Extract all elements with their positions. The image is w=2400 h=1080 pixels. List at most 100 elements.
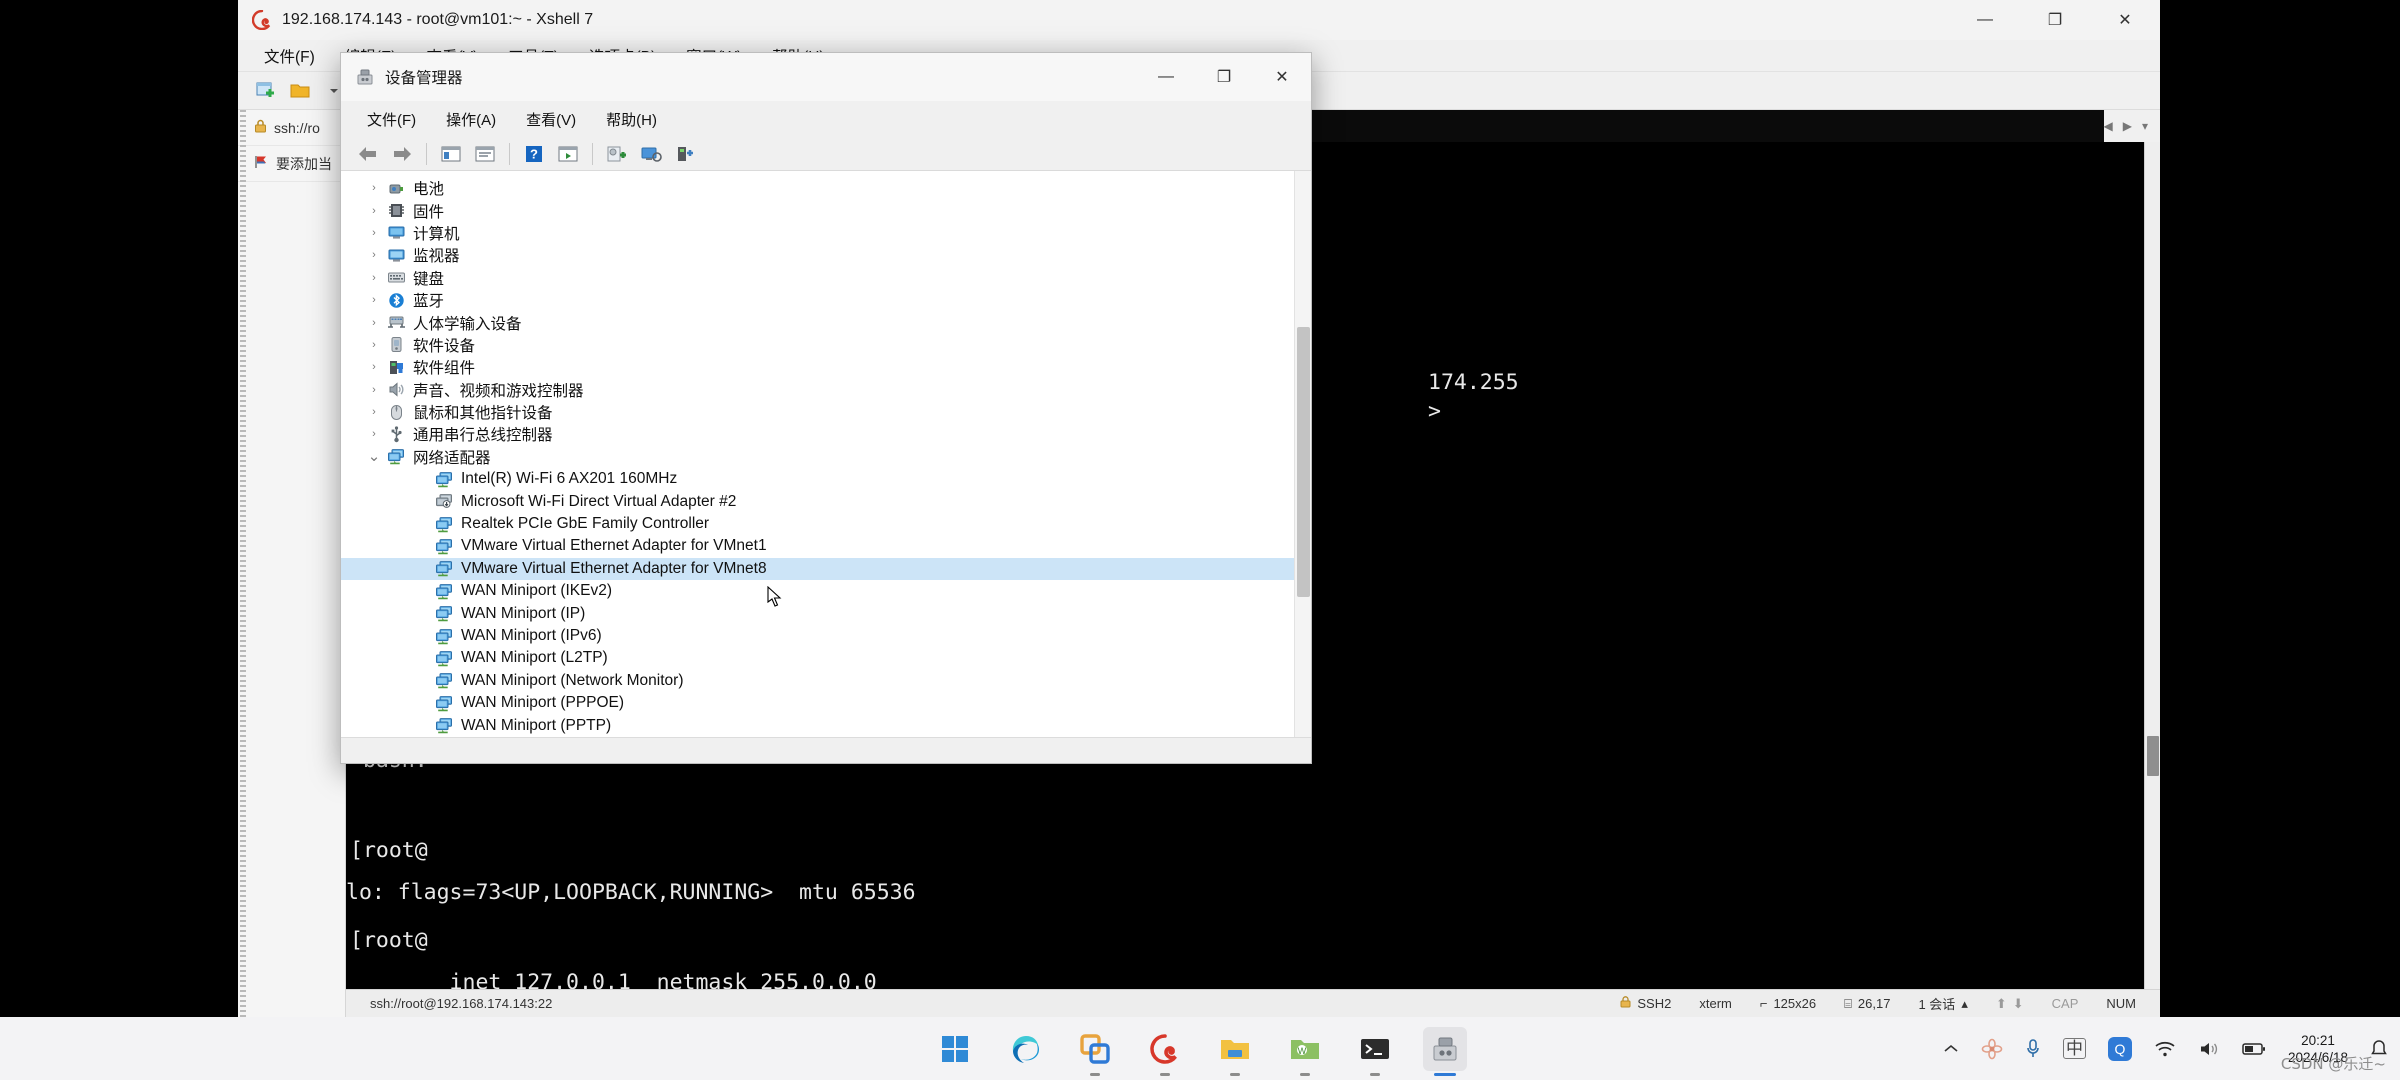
device-category-row[interactable]: › 人体学输入设备 bbox=[341, 311, 1311, 333]
device-category-row[interactable]: › 软件设备 bbox=[341, 334, 1311, 356]
battery-icon[interactable] bbox=[2242, 1042, 2266, 1056]
start-button[interactable] bbox=[933, 1027, 977, 1071]
device-label: WAN Miniport (PPPOE) bbox=[461, 694, 625, 712]
device-category-row[interactable]: › 声音、视频和游戏控制器 bbox=[341, 379, 1311, 401]
open-session-icon[interactable] bbox=[286, 78, 314, 104]
device-item-row[interactable]: Realtek PCIe GbE Family Controller bbox=[341, 513, 1311, 535]
forward-arrow-icon[interactable] bbox=[387, 141, 417, 167]
device-category-row[interactable]: › 鼠标和其他指针设备 bbox=[341, 401, 1311, 423]
taskbar-edge[interactable] bbox=[1003, 1027, 1047, 1071]
hid-icon bbox=[385, 314, 407, 331]
session-panel-item-url[interactable]: ssh://ro bbox=[238, 110, 345, 146]
chevron-right-icon[interactable]: › bbox=[363, 182, 385, 194]
terminal-scrollbar[interactable] bbox=[2144, 142, 2160, 989]
device-category-row[interactable]: › 蓝牙 bbox=[341, 289, 1311, 311]
device-category-row[interactable]: › 软件组件 bbox=[341, 356, 1311, 378]
device-category-row[interactable]: › 计算机 bbox=[341, 222, 1311, 244]
chevron-right-icon[interactable]: › bbox=[363, 361, 385, 373]
session-panel-item-add[interactable]: 要添加当 bbox=[238, 146, 345, 182]
properties-icon[interactable] bbox=[470, 141, 500, 167]
ime-chinese-icon[interactable]: 中 bbox=[2062, 1038, 2086, 1059]
taskbar-green-folder[interactable]: W bbox=[1283, 1027, 1327, 1076]
toolbar-separator bbox=[509, 142, 510, 165]
device-category-row[interactable]: ⌄ 网络适配器 bbox=[341, 446, 1311, 468]
device-label: Realtek PCIe GbE Family Controller bbox=[461, 515, 710, 533]
terminal-scrollbar-thumb[interactable] bbox=[2147, 736, 2159, 776]
device-item-row[interactable]: Microsoft Wi-Fi Direct Virtual Adapter #… bbox=[341, 490, 1311, 512]
taskbar-device-manager[interactable] bbox=[1423, 1026, 1467, 1076]
chevron-right-icon[interactable]: › bbox=[363, 339, 385, 351]
show-hidden-icons[interactable] bbox=[1943, 1043, 1959, 1055]
chevron-right-icon[interactable]: › bbox=[363, 294, 385, 306]
device-tree-scrollbar[interactable] bbox=[1294, 171, 1311, 737]
mouse-icon bbox=[385, 404, 407, 421]
devmgr-maximize-button[interactable]: ❐ bbox=[1195, 53, 1253, 101]
device-item-row[interactable]: WAN Miniport (L2TP) bbox=[341, 647, 1311, 669]
device-category-row[interactable]: › 键盘 bbox=[341, 267, 1311, 289]
xshell-close-button[interactable]: ✕ bbox=[2090, 0, 2160, 40]
flower-icon[interactable] bbox=[1981, 1038, 2003, 1060]
devmgr-close-button[interactable]: ✕ bbox=[1253, 53, 1311, 101]
device-item-row[interactable]: WAN Miniport (IP) bbox=[341, 602, 1311, 624]
devmgr-menu-file[interactable]: 文件(F) bbox=[363, 106, 420, 133]
chevron-up-icon[interactable]: ▴ bbox=[1961, 996, 1968, 1012]
xshell-maximize-button[interactable]: ❐ bbox=[2020, 0, 2090, 40]
device-item-row[interactable]: WAN Miniport (IPv6) bbox=[341, 625, 1311, 647]
chevron-right-icon[interactable]: › bbox=[363, 227, 385, 239]
qq-icon[interactable]: Q bbox=[2107, 1036, 2132, 1061]
chevron-right-icon[interactable]: › bbox=[363, 317, 385, 329]
taskbar-vmware[interactable] bbox=[1073, 1027, 1117, 1076]
device-item-row[interactable]: VMware Virtual Ethernet Adapter for VMne… bbox=[341, 535, 1311, 557]
chevron-right-icon[interactable]: › bbox=[363, 205, 385, 217]
device-item-row[interactable]: WAN Miniport (Network Monitor) bbox=[341, 670, 1311, 692]
add-legacy-hardware-icon[interactable] bbox=[670, 141, 700, 167]
new-session-icon[interactable] bbox=[252, 78, 280, 104]
device-item-row[interactable]: WAN Miniport (PPPOE) bbox=[341, 692, 1311, 714]
display-device-icon[interactable] bbox=[636, 141, 666, 167]
flag-icon bbox=[254, 155, 269, 172]
device-item-row[interactable]: WAN Miniport (IKEv2) bbox=[341, 580, 1311, 602]
devmgr-menu-help[interactable]: 帮助(H) bbox=[602, 106, 661, 133]
chevron-right-icon[interactable]: › bbox=[363, 428, 385, 440]
devmgr-menu-view[interactable]: 查看(V) bbox=[522, 106, 580, 133]
wifi-icon[interactable] bbox=[2154, 1040, 2176, 1058]
status-sessions[interactable]: 1 会话 ▴ bbox=[1904, 994, 1981, 1013]
back-arrow-icon[interactable] bbox=[353, 141, 383, 167]
taskbar-terminal[interactable] bbox=[1353, 1027, 1397, 1076]
device-tree[interactable]: › 电池 › 固件 › 计算机 › 监视器 › 键盘 › 蓝牙 › 人体学输入设备 › 软件设备 › 软件组件 › 声… bbox=[341, 171, 1311, 737]
scan-hardware-changes-icon[interactable] bbox=[553, 141, 583, 167]
panel-drag-handle[interactable] bbox=[240, 110, 246, 1017]
tab-scroll-right-icon[interactable]: ▶ bbox=[2123, 119, 2132, 133]
xshell-minimize-button[interactable]: — bbox=[1950, 0, 2020, 40]
device-label: 软件组件 bbox=[413, 360, 476, 378]
devmgr-menu-action[interactable]: 操作(A) bbox=[442, 106, 500, 133]
chevron-right-icon[interactable]: › bbox=[363, 249, 385, 261]
tab-list-dropdown-icon[interactable]: ▾ bbox=[2142, 119, 2148, 133]
device-category-row[interactable]: › 固件 bbox=[341, 199, 1311, 221]
tab-scroll-left-icon[interactable]: ◀ bbox=[2104, 119, 2113, 133]
network-adapter-icon bbox=[433, 672, 455, 689]
taskbar-file-explorer[interactable] bbox=[1213, 1027, 1257, 1076]
device-item-row[interactable]: Intel(R) Wi-Fi 6 AX201 160MHz bbox=[341, 468, 1311, 490]
microphone-icon[interactable] bbox=[2025, 1038, 2041, 1060]
speaker-icon[interactable] bbox=[2198, 1040, 2220, 1058]
chevron-right-icon[interactable]: › bbox=[363, 272, 385, 284]
chevron-right-icon[interactable]: › bbox=[363, 406, 385, 418]
device-tree-scrollbar-thumb[interactable] bbox=[1297, 327, 1310, 597]
show-hide-console-tree-icon[interactable] bbox=[436, 141, 466, 167]
update-driver-icon[interactable] bbox=[602, 141, 632, 167]
chevron-right-icon[interactable]: › bbox=[363, 384, 385, 396]
usb-controller-icon bbox=[385, 426, 407, 443]
chevron-down-icon[interactable]: ⌄ bbox=[363, 449, 385, 464]
help-icon[interactable]: ? bbox=[519, 141, 549, 167]
device-category-row[interactable]: › 电池 bbox=[341, 177, 1311, 199]
device-category-row[interactable]: › 通用串行总线控制器 bbox=[341, 423, 1311, 445]
taskbar-xshell[interactable] bbox=[1143, 1027, 1187, 1076]
devmgr-minimize-button[interactable]: — bbox=[1137, 53, 1195, 101]
device-manager-title-text: 设备管理器 bbox=[385, 70, 463, 87]
device-category-row[interactable]: › 监视器 bbox=[341, 244, 1311, 266]
menu-file[interactable]: 文件(F) bbox=[260, 42, 319, 70]
device-item-row[interactable]: VMware Virtual Ethernet Adapter for VMne… bbox=[341, 557, 1311, 581]
status-cursor-position: ⌸ 26,17 bbox=[1830, 996, 1904, 1012]
device-item-row[interactable]: WAN Miniport (PPTP) bbox=[341, 714, 1311, 736]
